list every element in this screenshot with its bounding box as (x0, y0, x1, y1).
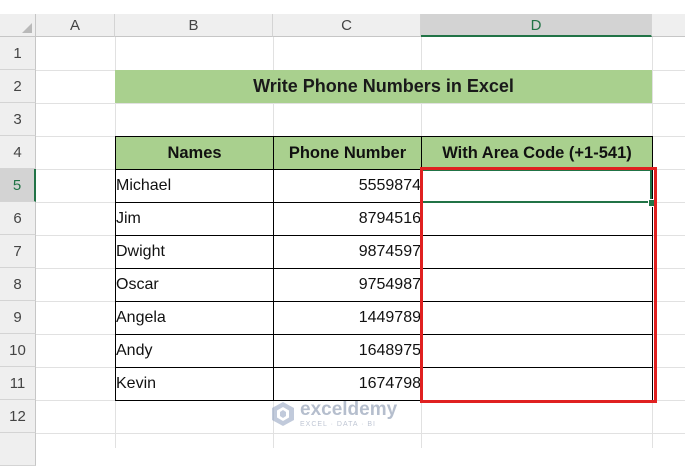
header-names[interactable]: Names (115, 136, 274, 170)
watermark-name: exceldemy (300, 399, 398, 420)
spreadsheet-grid: A B C D 1 2 3 4 5 6 7 8 9 10 11 12 Write… (0, 0, 685, 466)
header-area-code[interactable]: With Area Code (+1-541) (421, 136, 653, 170)
row-header-7[interactable]: 7 (0, 235, 36, 268)
row-header-9[interactable]: 9 (0, 301, 36, 334)
phone-cell[interactable]: 1648975 (273, 334, 422, 368)
row-header-3[interactable]: 3 (0, 103, 36, 136)
phone-cell[interactable]: 5559874 (273, 169, 422, 203)
column-header-c[interactable]: C (273, 14, 421, 37)
row-header-10[interactable]: 10 (0, 334, 36, 367)
row-header-12[interactable]: 12 (0, 400, 36, 433)
row-header-1[interactable]: 1 (0, 37, 36, 70)
phone-cell[interactable]: 1449789 (273, 301, 422, 335)
watermark-tagline: EXCEL · DATA · BI (300, 421, 376, 428)
gridline-h (36, 433, 685, 434)
table-header-row: Names Phone Number With Area Code (+1-54… (115, 136, 653, 170)
sheet-title-cell[interactable]: Write Phone Numbers in Excel (115, 70, 652, 103)
exceldemy-logo-icon (272, 402, 294, 426)
row-header-4[interactable]: 4 (0, 136, 36, 169)
phone-cell[interactable]: 8794516 (273, 202, 422, 236)
toolbar-strip (0, 0, 685, 14)
phone-cell[interactable]: 9874597 (273, 235, 422, 269)
column-header-d[interactable]: D (421, 14, 652, 37)
name-cell[interactable]: Oscar (115, 268, 274, 302)
name-cell[interactable]: Michael (115, 169, 274, 203)
select-all-triangle-icon (22, 23, 32, 33)
column-header-next[interactable] (652, 14, 685, 37)
select-all-corner[interactable] (0, 14, 36, 37)
row-header-13[interactable] (0, 433, 36, 466)
phone-cell[interactable]: 9754987 (273, 268, 422, 302)
name-cell[interactable]: Andy (115, 334, 274, 368)
name-cell[interactable]: Angela (115, 301, 274, 335)
phone-cell[interactable]: 1674798 (273, 367, 422, 401)
row-header-2[interactable]: 2 (0, 70, 36, 103)
highlight-box (420, 167, 657, 403)
watermark-text: exceldemy EXCEL · DATA · BI (300, 400, 397, 428)
name-cell[interactable]: Jim (115, 202, 274, 236)
row-header-6[interactable]: 6 (0, 202, 36, 235)
row-header-8[interactable]: 8 (0, 268, 36, 301)
row-header-5[interactable]: 5 (0, 169, 36, 202)
gridline-h (36, 103, 685, 104)
column-header-b[interactable]: B (115, 14, 273, 37)
row-header-11[interactable]: 11 (0, 367, 36, 400)
column-header-a[interactable]: A (36, 14, 115, 37)
name-cell[interactable]: Kevin (115, 367, 274, 401)
header-phone-number[interactable]: Phone Number (273, 136, 422, 170)
watermark: exceldemy EXCEL · DATA · BI (270, 400, 397, 428)
name-cell[interactable]: Dwight (115, 235, 274, 269)
